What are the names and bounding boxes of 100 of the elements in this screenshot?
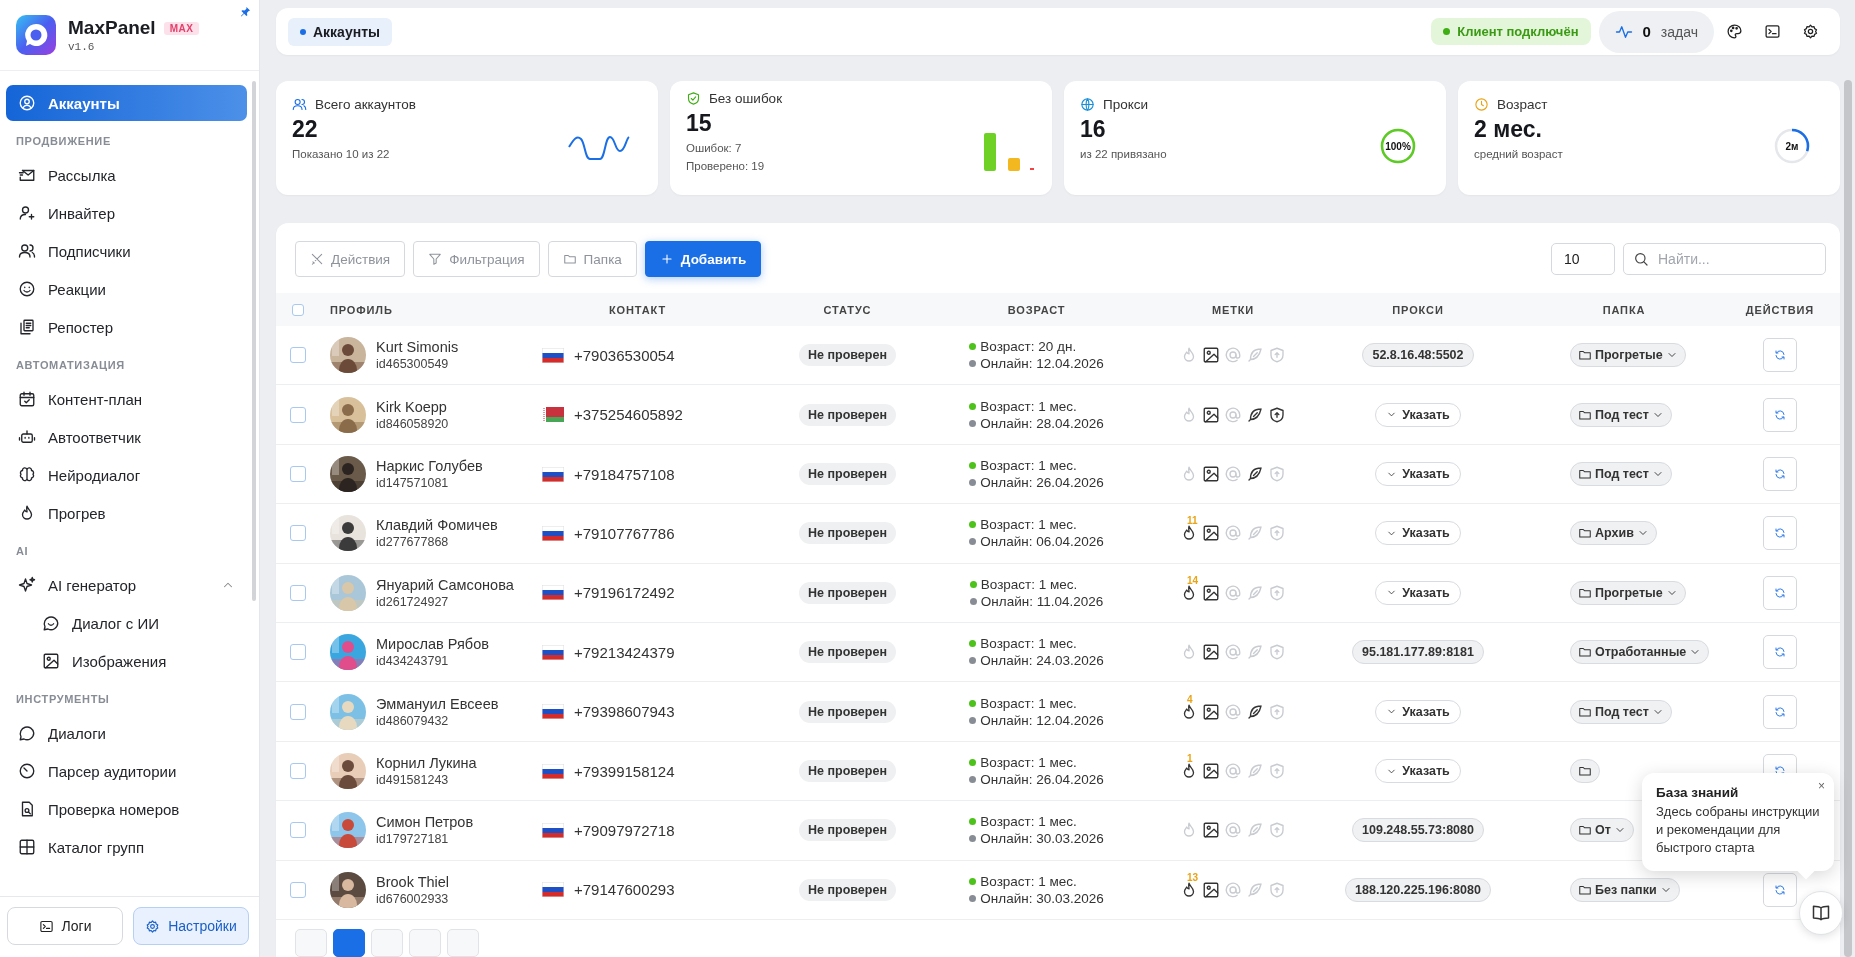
online-text: Онлайн: 28.04.2026 xyxy=(969,415,1104,431)
folder-dropdown[interactable]: Прогретые xyxy=(1570,580,1686,605)
folder-dropdown[interactable]: Без папки xyxy=(1570,877,1680,902)
age-text: Возраст: 1 мес. xyxy=(969,873,1104,889)
proxy-address[interactable]: 95.181.177.89:8181 xyxy=(1352,640,1484,665)
nav-item[interactable]: Репостер xyxy=(6,309,247,345)
section-heading: AI xyxy=(15,544,30,559)
version-label: v1.6 xyxy=(68,41,96,53)
toolbar-button[interactable]: Добавить xyxy=(644,241,762,278)
pin-icon[interactable] xyxy=(240,6,251,17)
column-header: ПАПКА xyxy=(1601,303,1647,316)
refresh-button[interactable] xyxy=(1763,457,1797,492)
nav-item[interactable]: Автоответчик xyxy=(6,419,247,455)
refresh-icon xyxy=(1774,527,1786,540)
profile-id: id147571081 xyxy=(376,476,450,491)
online-text: Онлайн: 06.04.2026 xyxy=(969,534,1104,550)
set-proxy-button[interactable]: Указать xyxy=(1375,699,1461,724)
refresh-button[interactable] xyxy=(1763,516,1797,551)
nav-item[interactable]: Диалоги xyxy=(6,715,247,751)
nav-item[interactable]: Нейродиалог xyxy=(6,457,247,493)
nav-item[interactable]: Контент-план xyxy=(6,381,247,417)
profile-id: id261724927 xyxy=(376,594,450,609)
folder-dropdown[interactable]: От xyxy=(1570,818,1634,843)
refresh-icon xyxy=(1774,586,1786,599)
footer-button[interactable]: Логи xyxy=(7,907,123,945)
online-text: Онлайн: 26.04.2026 xyxy=(969,475,1104,491)
terminal-icon xyxy=(38,918,54,934)
nav-item[interactable]: Каталог групп xyxy=(6,829,247,865)
refresh-button[interactable] xyxy=(1763,872,1797,907)
profile-id: id486079432 xyxy=(376,713,450,728)
row-checkbox[interactable] xyxy=(290,525,306,542)
status-badge: Не проверен xyxy=(799,403,896,426)
close-button[interactable]: × xyxy=(1818,779,1825,793)
stat-value: 2 мес. xyxy=(1474,116,1543,144)
nav-item[interactable]: Аккаунты xyxy=(6,85,247,121)
proxy-address[interactable]: 109.248.55.73:8080 xyxy=(1352,818,1484,843)
section-heading: ПРОДВИЖЕНИЕ xyxy=(15,134,112,149)
app-name: MaxPanel xyxy=(68,17,156,39)
refresh-button[interactable] xyxy=(1763,338,1797,373)
nav-item[interactable]: Подписчики xyxy=(6,233,247,269)
folder-dropdown[interactable]: Прогретые xyxy=(1570,343,1686,368)
timer-icon xyxy=(18,762,36,780)
folder-dropdown[interactable]: Архив xyxy=(1570,521,1657,546)
refresh-icon xyxy=(1774,408,1786,421)
select-all-checkbox[interactable] xyxy=(292,303,304,316)
proxy-address[interactable]: 188.120.225.196:8080 xyxy=(1345,877,1491,902)
set-proxy-button[interactable]: Указать xyxy=(1375,759,1461,783)
nav-item[interactable]: Парсер аудитории xyxy=(6,753,247,789)
refresh-button[interactable] xyxy=(1763,635,1797,670)
tooltip-title: База знаний xyxy=(1656,785,1740,800)
status-badge: Не проверен xyxy=(799,641,896,664)
stat-caption: из 22 привязано xyxy=(1080,148,1168,161)
online-text: Онлайн: 24.03.2026 xyxy=(969,653,1104,669)
row-checkbox[interactable] xyxy=(290,406,306,423)
scrollbar[interactable] xyxy=(1844,80,1852,957)
nav-item[interactable]: Диалог с ИИ xyxy=(6,605,247,641)
row-checkbox[interactable] xyxy=(290,584,306,601)
set-proxy-button[interactable]: Указать xyxy=(1375,521,1461,546)
refresh-button[interactable] xyxy=(1763,575,1797,610)
row-checkbox[interactable] xyxy=(290,644,306,661)
online-text: Онлайн: 11.04.2026 xyxy=(969,593,1104,609)
profile-name: Brook Thiel xyxy=(376,873,450,890)
refresh-button[interactable] xyxy=(1763,694,1797,729)
folder-dropdown[interactable]: Отработанные xyxy=(1570,640,1710,665)
set-proxy-button[interactable]: Указать xyxy=(1375,462,1461,487)
search-field[interactable]: Найти... xyxy=(1623,243,1826,276)
row-checkbox[interactable] xyxy=(290,347,306,364)
folder-dropdown[interactable] xyxy=(1570,759,1600,783)
row-checkbox[interactable] xyxy=(290,466,306,483)
profile-name: Мирослав Рябов xyxy=(376,636,489,653)
nav-item[interactable]: Изображения xyxy=(6,643,247,679)
breadcrumb-chip[interactable]: Аккаунты xyxy=(288,17,392,46)
nav-item[interactable]: Рассылка xyxy=(6,157,247,193)
folder-dropdown[interactable]: Под тест xyxy=(1570,462,1672,487)
folder-dropdown[interactable]: Под тест xyxy=(1570,402,1672,427)
nav-item[interactable]: Инвайтер xyxy=(6,195,247,231)
row-checkbox[interactable] xyxy=(290,822,306,839)
stat-caption: Проверено: 19 xyxy=(686,160,766,173)
page-button[interactable] xyxy=(333,929,365,957)
row-checkbox[interactable] xyxy=(290,763,306,779)
set-proxy-button[interactable]: Указать xyxy=(1375,402,1461,427)
nav-item[interactable]: Реакции xyxy=(6,271,247,307)
refresh-button[interactable] xyxy=(1763,397,1797,432)
footer-button[interactable]: Настройки xyxy=(133,907,249,945)
profile-id: id434243791 xyxy=(376,654,450,669)
stat-title: Всего аккаунтов xyxy=(315,97,417,113)
scrollbar[interactable] xyxy=(252,81,256,601)
count-label: 11 xyxy=(1187,515,1198,527)
nav-item[interactable]: Прогрев xyxy=(6,495,247,531)
per-page-field[interactable]: 10 xyxy=(1551,243,1615,276)
tasks-button[interactable]: 0 задач xyxy=(1598,10,1714,53)
proxy-address[interactable]: 52.8.16.48:5502 xyxy=(1362,343,1474,368)
folder-icon xyxy=(1578,764,1592,778)
row-checkbox[interactable] xyxy=(290,881,306,898)
row-checkbox[interactable] xyxy=(290,703,306,720)
nav-item[interactable]: AI генератор xyxy=(6,567,247,603)
nav-item[interactable]: Проверка номеров xyxy=(6,791,247,827)
stat-caption: Показано 10 из 22 xyxy=(292,148,391,161)
folder-dropdown[interactable]: Под тест xyxy=(1570,699,1672,724)
set-proxy-button[interactable]: Указать xyxy=(1375,580,1461,605)
